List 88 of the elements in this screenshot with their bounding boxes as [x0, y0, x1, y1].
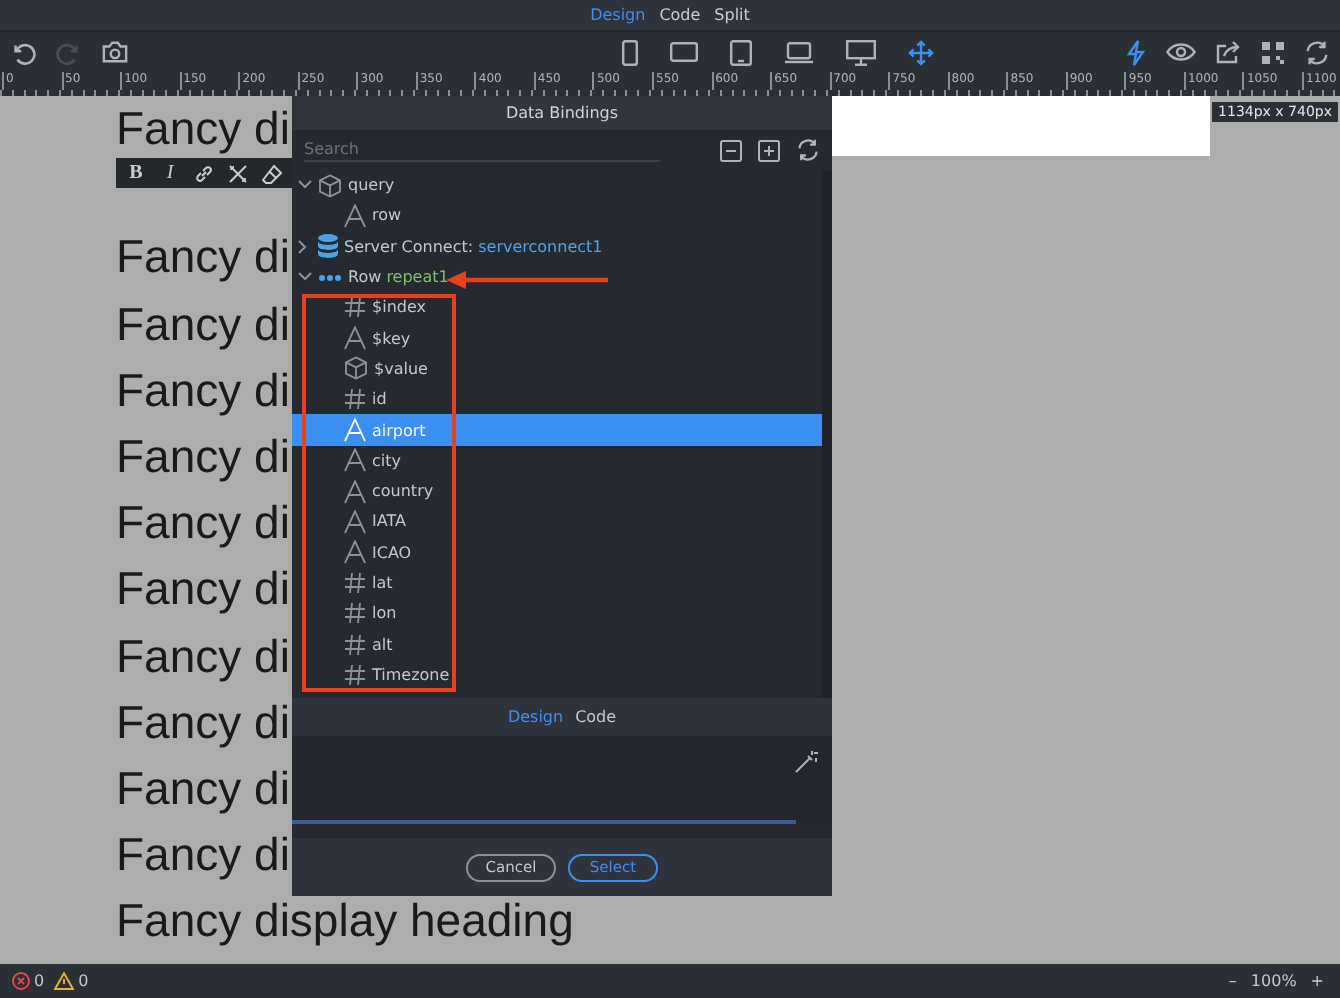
tree-item[interactable]: Row repeat1: [292, 261, 822, 293]
collapse-all-icon[interactable]: [716, 139, 746, 161]
tree-label: airport: [372, 421, 426, 440]
tree-label: lon: [372, 604, 397, 623]
refresh-icon[interactable]: [792, 138, 824, 162]
search-field[interactable]: Search: [304, 138, 660, 162]
dialog-title: Data Bindings: [505, 103, 619, 121]
hash-icon: [344, 572, 366, 594]
tree-label: Row repeat1: [348, 268, 449, 287]
warning-icon: [54, 972, 75, 990]
heading-text: Fancy di: [116, 562, 290, 615]
letter-a-icon: [344, 479, 366, 504]
tree-item[interactable]: lon: [292, 598, 822, 629]
tree-label: id: [372, 390, 387, 409]
chevron-down-icon[interactable]: [298, 180, 312, 191]
tree-label: city: [372, 451, 401, 470]
hash-icon: [344, 296, 366, 319]
tree-item[interactable]: Server Connect: serverconnect1: [292, 231, 822, 262]
letter-a-icon: [344, 509, 366, 534]
zoom-level: 100%: [1250, 972, 1297, 990]
tree-item[interactable]: ICAO: [292, 537, 822, 568]
tree-label: $value: [374, 359, 428, 378]
tree-label: Server Connect: serverconnect1: [344, 237, 603, 256]
letter-a-icon: [344, 326, 366, 351]
tree-item[interactable]: id: [292, 384, 822, 415]
tree-label: row: [372, 206, 402, 225]
database-icon: [318, 234, 338, 259]
hash-icon: [344, 602, 366, 625]
hash-icon: [344, 388, 366, 411]
heading-text: Fancy display heading: [116, 894, 574, 947]
tree-item[interactable]: $key: [292, 322, 822, 354]
warning-count[interactable]: 0: [54, 972, 89, 990]
zoom-out-button[interactable]: –: [1224, 972, 1241, 990]
mode-tab[interactable]: Code: [659, 6, 701, 24]
tree-item[interactable]: city: [292, 445, 822, 476]
heading-text: Fancy di: [116, 297, 290, 350]
zoom-in-button[interactable]: +: [1306, 972, 1328, 990]
tree-item[interactable]: $index: [292, 292, 822, 323]
chevron-right-icon[interactable]: [298, 239, 308, 254]
heading-text: Fancy di: [116, 496, 290, 549]
letter-a-icon: [344, 448, 366, 473]
heading-text: Fancy di: [116, 828, 290, 881]
tree-item[interactable]: $value: [292, 353, 822, 385]
unlink-icon[interactable]: [224, 163, 252, 184]
bold-button[interactable]: B: [122, 162, 150, 185]
tree-item[interactable]: alt: [292, 628, 822, 660]
italic-button[interactable]: I: [156, 162, 184, 185]
tree-item[interactable]: row: [292, 200, 822, 232]
tree-label: ICAO: [372, 543, 412, 562]
link-icon[interactable]: [190, 163, 218, 184]
eraser-icon[interactable]: [258, 163, 286, 184]
tree-label: IATA: [372, 512, 406, 531]
expand-all-icon[interactable]: [754, 139, 784, 161]
editor-tab[interactable]: Design: [507, 708, 564, 726]
error-icon: [12, 972, 30, 990]
heading-text: Fancy di: [116, 629, 290, 681]
cube-icon: [318, 173, 342, 198]
hash-icon: [344, 663, 366, 686]
heading-text: Fancy di: [116, 230, 290, 283]
tree-item[interactable]: Timezone: [292, 659, 822, 691]
tree-item[interactable]: lat: [292, 567, 822, 599]
tree-label: $index: [372, 298, 426, 317]
hash-icon: [344, 633, 366, 656]
dots-icon: [318, 273, 342, 282]
tree-item[interactable]: query: [292, 170, 822, 201]
error-count[interactable]: 0: [12, 972, 45, 990]
letter-a-icon: [344, 418, 366, 443]
heading-text: Fancy di: [116, 102, 290, 154]
tree-item[interactable]: country: [292, 475, 822, 507]
tree-label: Timezone: [372, 665, 450, 684]
heading-text: Fancy di: [116, 695, 290, 748]
letter-a-icon: [344, 203, 366, 228]
cube-icon: [344, 356, 368, 381]
tree-label: alt: [372, 635, 393, 654]
tree-label: query: [348, 176, 395, 195]
tree-item[interactable]: IATA: [292, 506, 822, 538]
mode-tab[interactable]: Design: [590, 6, 646, 24]
chevron-down-icon[interactable]: [298, 272, 312, 283]
mode-tab[interactable]: Split: [714, 6, 750, 24]
magic-wand-icon[interactable]: [794, 750, 818, 774]
editor-tab[interactable]: Code: [575, 708, 617, 726]
letter-a-icon: [344, 540, 366, 565]
heading-text: Fancy di: [116, 429, 290, 482]
heading-text: Fancy di: [116, 363, 290, 416]
tree-label: $key: [372, 329, 411, 348]
tree-label: lat: [372, 574, 393, 592]
heading-text: Fancy di: [116, 761, 290, 814]
tree-label: country: [372, 482, 434, 501]
